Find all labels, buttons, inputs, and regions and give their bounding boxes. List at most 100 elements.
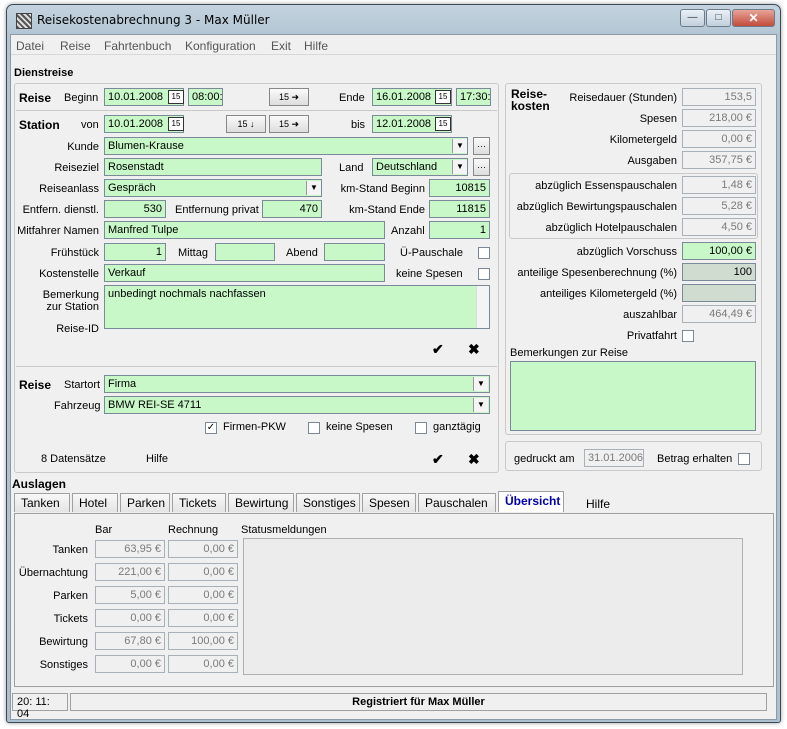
- copy-right-button[interactable]: 15 ➜: [269, 115, 309, 133]
- mitfahrer-field[interactable]: Manfred Tulpe: [104, 221, 385, 239]
- keine-spesen-checkbox[interactable]: [478, 268, 490, 280]
- betrag-erhalten-checkbox[interactable]: [738, 453, 750, 465]
- km-beginn-field[interactable]: 10815: [429, 179, 490, 197]
- privatfahrt-checkbox[interactable]: [682, 330, 694, 342]
- textarea-scrollbar[interactable]: [476, 286, 489, 328]
- tab-bewirtung[interactable]: Bewirtung: [228, 493, 294, 512]
- gedruckt-label: gedruckt am: [514, 453, 575, 465]
- kunde-more-button[interactable]: ···: [473, 137, 490, 155]
- chevron-down-icon[interactable]: ▼: [452, 139, 467, 153]
- auszahlbar-value: 464,49 €: [682, 305, 756, 323]
- bemerkung-label-2: zur Station: [46, 301, 99, 313]
- copy-date-button[interactable]: 15 ➜: [269, 88, 309, 106]
- chevron-down-icon[interactable]: ▼: [473, 377, 488, 391]
- ganztaegig-checkbox[interactable]: [415, 422, 427, 434]
- ue-pauschale-label: Ü-Pauschale: [400, 247, 463, 259]
- auslagen-parken-label: Parken: [53, 590, 88, 602]
- app-window: Reisekostenabrechnung 3 - Max Müller — □…: [6, 4, 781, 723]
- bemerkungen-reise-textarea[interactable]: [510, 361, 756, 431]
- fahrzeug-select[interactable]: BMW REI-SE 4711: [104, 396, 490, 414]
- menu-exit[interactable]: Exit: [271, 39, 291, 53]
- startort-select[interactable]: Firma: [104, 375, 490, 393]
- chevron-down-icon[interactable]: ▼: [306, 181, 321, 195]
- confirm-icon[interactable]: ✔: [432, 451, 444, 468]
- window-title: Reisekostenabrechnung 3 - Max Müller: [37, 13, 270, 27]
- tab-pauschalen[interactable]: Pauschalen: [418, 493, 496, 512]
- menu-konfiguration[interactable]: Konfiguration: [185, 39, 256, 53]
- mitfahrer-label: Mitfahrer Namen: [17, 225, 99, 237]
- chevron-down-icon[interactable]: ▼: [452, 160, 467, 174]
- menu-bar: Datei Reise Fahrtenbuch Konfiguration Ex…: [11, 35, 776, 55]
- keine-spesen-fahrt-checkbox[interactable]: [308, 422, 320, 434]
- reiseanlass-select[interactable]: Gespräch: [104, 179, 322, 197]
- calendar-icon[interactable]: 15: [168, 90, 184, 104]
- auslagen-bewirtung-bar: 67,80 €: [95, 632, 165, 650]
- land-more-button[interactable]: ···: [473, 158, 490, 176]
- bemerkung-textarea[interactable]: unbedingt nochmals nachfassen: [104, 285, 490, 329]
- reisekosten-title-2: kosten: [511, 99, 550, 113]
- hilfe-link[interactable]: Hilfe: [146, 453, 168, 465]
- anteil-km-label: anteiliges Kilometergeld (%): [540, 288, 677, 300]
- tab-sonstiges[interactable]: Sonstiges: [296, 493, 360, 512]
- land-label: Land: [339, 162, 364, 174]
- kunde-label: Kunde: [67, 141, 99, 153]
- confirm-icon[interactable]: ✔: [432, 341, 444, 358]
- kunde-select[interactable]: Blumen-Krause: [104, 137, 468, 155]
- calendar-icon[interactable]: 15: [168, 117, 184, 131]
- vorschuss-label: abzüglich Vorschuss: [576, 246, 677, 258]
- tab-hotel[interactable]: Hotel: [72, 493, 118, 512]
- menu-datei[interactable]: Datei: [16, 39, 44, 53]
- tab-tanken[interactable]: Tanken: [14, 493, 70, 512]
- reisedauer-value: 153,5: [682, 88, 756, 106]
- von-label: von: [81, 119, 99, 131]
- divider: [16, 366, 497, 367]
- anzahl-field[interactable]: 1: [429, 221, 490, 239]
- anteil-km-field[interactable]: [682, 284, 756, 302]
- abend-field[interactable]: [324, 243, 385, 261]
- menu-fahrtenbuch[interactable]: Fahrtenbuch: [104, 39, 171, 53]
- tab-spesen[interactable]: Spesen: [362, 493, 416, 512]
- chevron-down-icon[interactable]: ▼: [473, 398, 488, 412]
- entf-privat-field[interactable]: 470: [262, 200, 322, 218]
- ue-pauschale-checkbox[interactable]: [478, 247, 490, 259]
- menu-hilfe[interactable]: Hilfe: [304, 39, 328, 53]
- tab-parken[interactable]: Parken: [120, 493, 170, 512]
- minimize-button[interactable]: —: [680, 9, 705, 27]
- mittag-field[interactable]: [215, 243, 275, 261]
- tab-hilfe[interactable]: Hilfe: [586, 497, 610, 511]
- divider: [16, 110, 497, 111]
- col-bar-header: Bar: [95, 524, 113, 536]
- anteil-spesen-field[interactable]: 100: [682, 263, 756, 281]
- menu-reise[interactable]: Reise: [60, 39, 91, 53]
- reiseziel-field[interactable]: Rosenstadt: [104, 158, 322, 176]
- km-ende-field[interactable]: 11815: [429, 200, 490, 218]
- auslagen-bewirtung-rechnung: 100,00 €: [168, 632, 238, 650]
- hotelpauschalen-label: abzüglich Hotelpauschalen: [545, 222, 677, 234]
- maximize-button[interactable]: □: [706, 9, 731, 27]
- kostenstelle-field[interactable]: Verkauf: [104, 264, 385, 282]
- fahrt-reise-label: Reise: [19, 378, 52, 392]
- cancel-icon[interactable]: ✖: [468, 341, 480, 358]
- entf-dienstl-field[interactable]: 530: [104, 200, 166, 218]
- ausgaben-value: 357,75 €: [682, 151, 756, 169]
- close-button[interactable]: ✕: [732, 9, 775, 27]
- spesen-label: Spesen: [639, 113, 677, 125]
- bemerkungen-reise-label: Bemerkungen zur Reise: [510, 347, 629, 359]
- copy-down-button[interactable]: 15 ↓: [226, 115, 266, 133]
- bewirtungspauschalen-value: 5,28 €: [682, 197, 756, 215]
- calendar-icon[interactable]: 15: [435, 90, 451, 104]
- hotelpauschalen-value: 4,50 €: [682, 218, 756, 236]
- datensaetze-count: 8 Datensätze: [41, 453, 106, 465]
- tab-uebersicht[interactable]: Übersicht: [498, 491, 564, 512]
- beginn-time-field[interactable]: 08:00:: [188, 88, 223, 106]
- tab-tickets[interactable]: Tickets: [172, 493, 226, 512]
- ende-time-field[interactable]: 17:30:: [456, 88, 491, 106]
- firmen-pkw-checkbox[interactable]: ✓: [205, 422, 217, 434]
- col-rechnung-header: Rechnung: [168, 524, 219, 536]
- cancel-icon[interactable]: ✖: [468, 451, 480, 468]
- fruehstueck-field[interactable]: 1: [104, 243, 166, 261]
- calendar-icon[interactable]: 15: [435, 117, 451, 131]
- vorschuss-field[interactable]: 100,00 €: [682, 242, 756, 260]
- reisedauer-label: Reisedauer (Stunden): [569, 92, 677, 104]
- statusmeldungen-box: [243, 538, 743, 675]
